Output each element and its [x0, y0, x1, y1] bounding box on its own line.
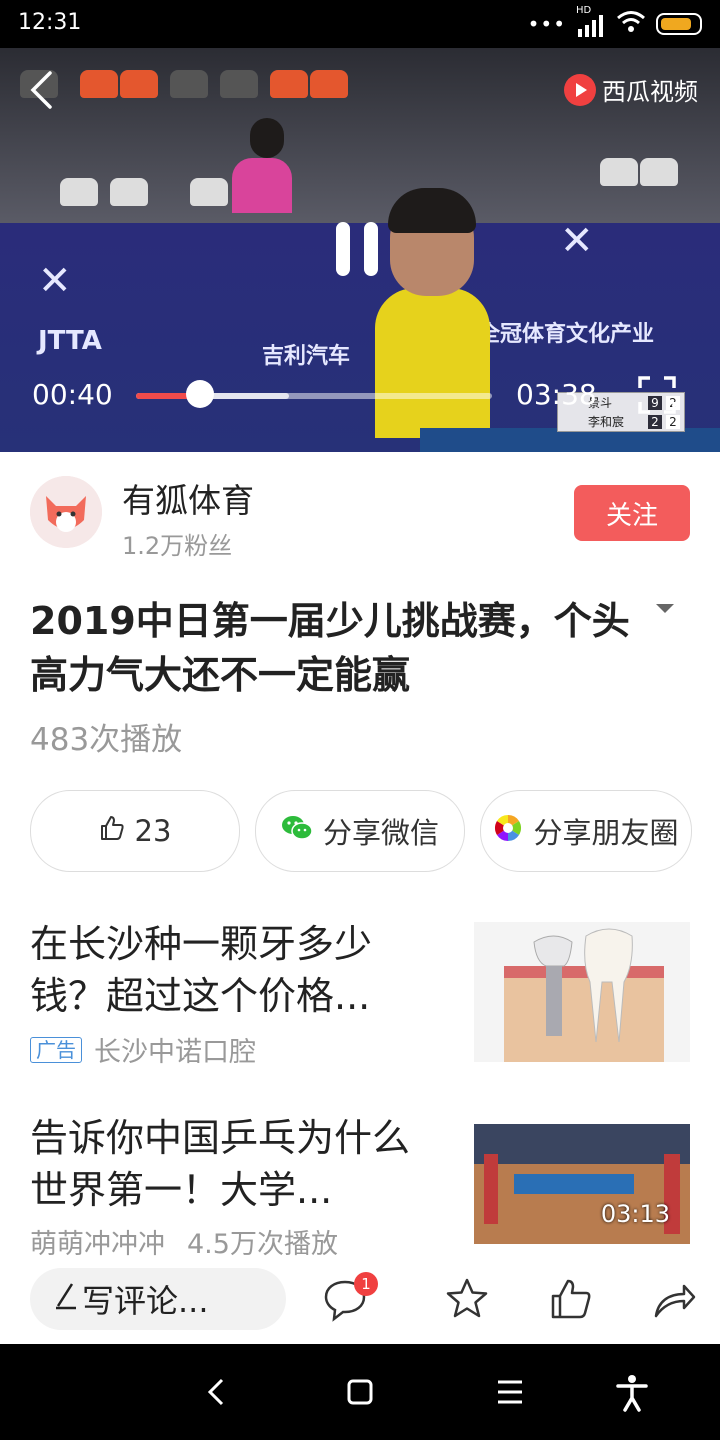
feed-meta: 广告 长沙中诺口腔 — [30, 1030, 256, 1069]
scoreboard-row: 李和宸 2 2 — [558, 412, 684, 431]
video-player[interactable]: ✕ JTTA 吉利汽车 全冠体育文化产业 ✕ 西瓜视频 00:40 景斗 9 2 李… — [0, 48, 720, 452]
hd-label: HD — [576, 5, 592, 16]
share-moments-label: 分享朋友圈 — [533, 816, 679, 850]
accessibility-icon[interactable] — [612, 1372, 652, 1412]
seek-thumb[interactable] — [186, 380, 215, 408]
battery-icon — [656, 13, 702, 35]
expand-caret-icon[interactable] — [656, 604, 674, 613]
current-time: 00:40 — [32, 378, 113, 411]
comment-placeholder: 写评论... — [82, 1282, 209, 1320]
comment-input[interactable]: 写评论... — [30, 1268, 286, 1330]
status-time: 12:31 — [18, 10, 82, 35]
system-nav-bar — [0, 1344, 720, 1440]
share-icon[interactable] — [652, 1276, 698, 1322]
feed-thumbnail: 03:13 — [474, 1124, 690, 1244]
share-wechat-button[interactable]: 分享微信 — [255, 790, 465, 872]
pen-icon — [54, 1280, 78, 1318]
author-row: 有狐体育 1.2万粉丝 关注 — [30, 474, 690, 560]
feed-meta: 萌萌冲冲冲 4.5万次播放 — [30, 1222, 338, 1261]
share-moments-button[interactable]: 分享朋友圈 — [480, 790, 692, 872]
comment-badge: 1 — [354, 1272, 378, 1296]
brand-name: 西瓜视频 — [602, 78, 698, 106]
xigua-brand: 西瓜视频 — [564, 72, 698, 107]
fans-count: 1.2万粉丝 — [122, 532, 233, 560]
share-wechat-label: 分享微信 — [322, 816, 439, 850]
bottom-action-bar: 写评论... 1 — [0, 1262, 720, 1342]
like-icon[interactable] — [548, 1276, 594, 1322]
feed-plays: 4.5万次播放 — [187, 1229, 338, 1260]
author-name[interactable]: 有狐体育 — [122, 474, 254, 522]
like-button[interactable]: 23 — [30, 790, 240, 872]
ad-tag: 广告 — [30, 1036, 82, 1063]
feed-thumbnail — [474, 922, 690, 1062]
feed-source: 萌萌冲冲冲 — [30, 1229, 165, 1260]
video-title: 2019中日第一届少儿挑战赛，个头高力气大还不一定能赢 — [30, 599, 630, 697]
feed-source: 长沙中诺口腔 — [94, 1037, 256, 1068]
follow-button[interactable]: 关注 — [574, 485, 690, 541]
status-icons: ••• HD — [527, 5, 702, 38]
feed-title: 告诉你中国乒乓为什么世界第一！大学... — [30, 1116, 411, 1212]
pause-button[interactable] — [336, 222, 378, 276]
wechat-icon — [281, 814, 313, 849]
wifi-icon — [616, 10, 646, 38]
signal-icon: HD — [576, 5, 606, 37]
nav-home-icon[interactable] — [340, 1372, 380, 1412]
status-bar: 12:31 ••• HD — [0, 0, 720, 48]
feed-title: 在长沙种一颗牙多少钱？超过这个价格... — [30, 922, 373, 1018]
play-count: 483次播放 — [30, 722, 183, 758]
total-time: 03:38 — [516, 378, 597, 411]
nav-back-icon[interactable] — [196, 1372, 236, 1412]
back-icon[interactable] — [28, 70, 54, 114]
like-count: 23 — [134, 814, 172, 848]
nav-menu-icon[interactable] — [490, 1372, 530, 1412]
moments-icon — [493, 813, 523, 850]
author-avatar[interactable] — [30, 476, 102, 548]
thumbs-up-icon — [99, 814, 125, 848]
video-frame-player — [375, 288, 490, 438]
fullscreen-icon[interactable] — [638, 376, 676, 414]
favorite-star-icon[interactable] — [444, 1276, 490, 1322]
notification-dots-icon: ••• — [527, 12, 566, 36]
xigua-logo-icon — [564, 73, 596, 106]
video-duration: 03:13 — [600, 1200, 670, 1228]
feed-item-ad[interactable]: 在长沙种一颗牙多少钱？超过这个价格... 广告 长沙中诺口腔 — [30, 918, 690, 1068]
feed-item[interactable]: 告诉你中国乒乓为什么世界第一！大学... 萌萌冲冲冲 4.5万次播放 03:13 — [30, 1112, 690, 1260]
